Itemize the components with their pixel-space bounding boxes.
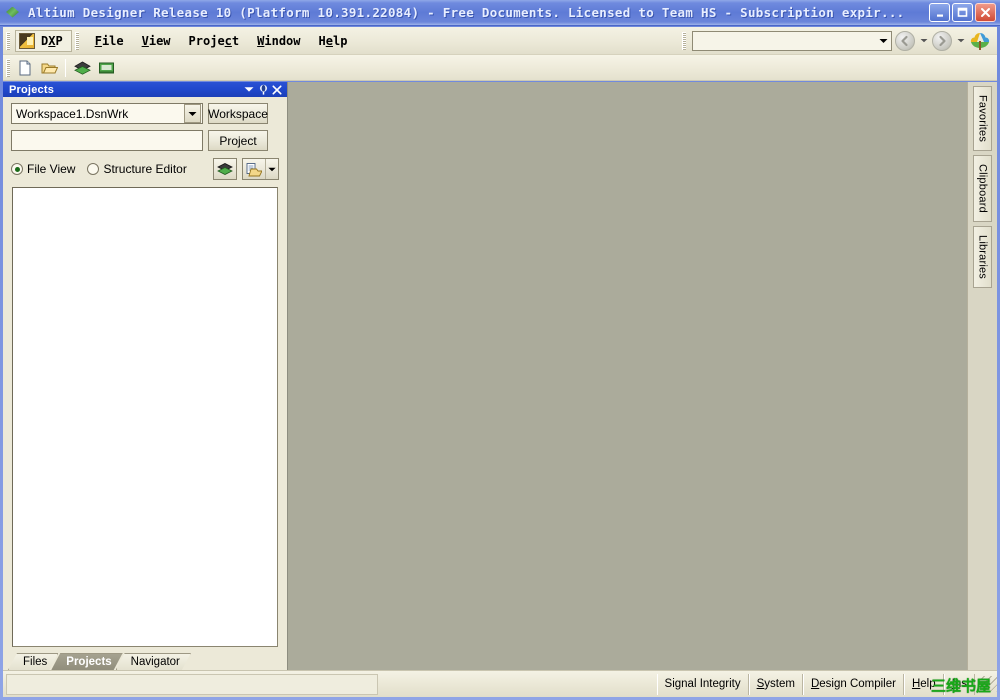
toolbar-grip-handle[interactable] (6, 58, 10, 77)
back-history-chevron-icon[interactable] (918, 32, 929, 50)
window-title: Altium Designer Release 10 (Platform 10.… (28, 5, 905, 20)
dock-tab-favorites[interactable]: Favorites (973, 86, 992, 152)
projects-panel-header: Projects (3, 82, 287, 97)
address-grip-handle[interactable] (682, 31, 686, 50)
panel-tab-projects[interactable]: Projects (51, 653, 122, 670)
file-view-label: File View (27, 162, 76, 176)
project-row: Project (11, 130, 279, 151)
menu-bar: DXP File View Project Window Help (3, 27, 997, 55)
status-bar: Signal Integrity System Design Compiler … (3, 670, 997, 697)
panel-tab-navigator[interactable]: Navigator (116, 653, 191, 670)
pcb-stack-icon[interactable] (213, 158, 237, 180)
menu-grip-handle[interactable] (6, 31, 10, 50)
dxp-menu-button[interactable]: DXP (15, 29, 72, 52)
structure-editor-label: Structure Editor (103, 162, 187, 176)
window-controls (929, 3, 996, 22)
minimize-button[interactable] (929, 3, 950, 22)
close-button[interactable] (975, 3, 996, 22)
resize-grip-icon[interactable] (981, 676, 997, 692)
workspace-area (287, 82, 967, 670)
view-mode-row: File View Structure Editor (11, 158, 279, 180)
back-navigation-button[interactable] (895, 30, 915, 51)
status-message-area (6, 673, 378, 695)
dock-tab-libraries[interactable]: Libraries (973, 225, 992, 288)
structure-editor-radio-indicator[interactable] (87, 163, 100, 175)
workspace-combo[interactable]: Workspace1.DsnWrk (11, 103, 203, 124)
dxp-icon (19, 32, 35, 49)
project-button[interactable]: Project (208, 130, 268, 151)
menu-item-project[interactable]: Project (180, 31, 249, 51)
open-project-dropdown-chevron-icon[interactable] (265, 159, 278, 179)
workspace-combo-chevron-down-icon[interactable] (184, 104, 201, 123)
panel-menu-chevron-icon[interactable] (242, 83, 256, 96)
toolbar-separator (65, 58, 66, 77)
title-bar: Altium Designer Release 10 (Platform 10.… (0, 0, 1000, 26)
pcb-layers-icon[interactable] (71, 57, 93, 79)
device-view-icon[interactable] (95, 57, 117, 79)
workspace-button[interactable]: Workspace (208, 103, 268, 124)
main-toolbar (3, 55, 997, 81)
panel-pin-icon[interactable] (256, 83, 270, 96)
projects-panel-title: Projects (9, 83, 55, 96)
forward-history-chevron-icon[interactable] (955, 32, 966, 50)
open-project-folder-icon[interactable] (242, 158, 279, 180)
address-bar[interactable] (692, 30, 892, 51)
status-button-instruments[interactable]: Ins (943, 673, 975, 695)
menu-item-help[interactable]: Help (310, 31, 357, 51)
altium-home-icon[interactable] (969, 31, 991, 51)
panel-tab-files[interactable]: Files (8, 653, 58, 670)
panel-close-icon[interactable] (270, 83, 284, 96)
status-button-design-compiler[interactable]: Design Compiler (802, 673, 904, 695)
open-document-icon[interactable] (38, 57, 60, 79)
radio-structure-editor[interactable]: Structure Editor (87, 162, 187, 176)
address-input[interactable] (693, 31, 875, 50)
projects-panel: Projects Workspace1.DsnWrk Workspace Pro… (3, 82, 287, 670)
menu-items: File View Project Window Help (86, 31, 357, 51)
dxp-menu-label: DXP (41, 33, 63, 48)
status-button-help[interactable]: Help (903, 673, 944, 695)
status-button-signal-integrity[interactable]: Signal Integrity (656, 673, 749, 695)
workspace-row: Workspace1.DsnWrk Workspace (11, 103, 279, 124)
status-bar-buttons: Signal Integrity System Design Compiler … (656, 673, 975, 695)
right-dock-strip: Favorites Clipboard Libraries (967, 82, 997, 670)
maximize-button[interactable] (952, 3, 973, 22)
projects-panel-body: Workspace1.DsnWrk Workspace Project File… (3, 97, 287, 180)
workspace-combo-value: Workspace1.DsnWrk (16, 106, 129, 121)
address-dropdown-chevron-icon[interactable] (875, 32, 891, 50)
menu-bar-right-tools (679, 30, 991, 51)
project-file-list[interactable] (12, 187, 278, 647)
radio-file-view[interactable]: File View (11, 162, 75, 176)
dock-tab-clipboard[interactable]: Clipboard (973, 155, 992, 222)
status-button-system[interactable]: System (748, 673, 803, 695)
panel-tab-strip: Files Projects Navigator (3, 650, 287, 670)
open-project-folder-glyph (243, 159, 265, 179)
file-view-radio-indicator[interactable] (11, 163, 23, 175)
new-document-icon[interactable] (14, 57, 36, 79)
menu-item-window[interactable]: Window (248, 31, 309, 51)
menu-grip-handle-2[interactable] (74, 31, 79, 50)
menu-item-file[interactable]: File (86, 31, 133, 51)
application-window: Altium Designer Release 10 (Platform 10.… (0, 0, 1000, 700)
altium-diamond-icon (5, 5, 23, 21)
project-field[interactable] (11, 130, 203, 151)
menu-item-view[interactable]: View (133, 31, 180, 51)
forward-navigation-button[interactable] (932, 30, 952, 51)
